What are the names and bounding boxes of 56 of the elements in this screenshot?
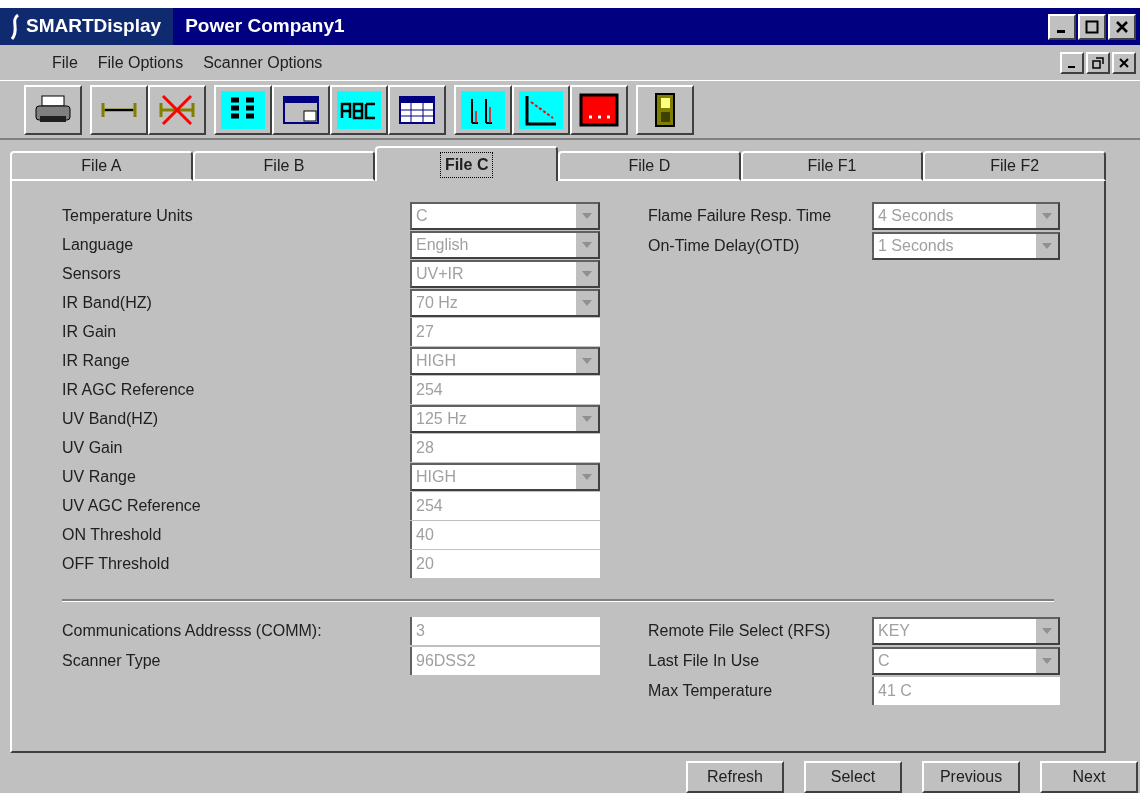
footer-button[interactable]: Next [1040,761,1138,793]
table-icon[interactable] [272,84,330,135]
menu-item[interactable]: Scanner Options [203,50,323,75]
printer-icon[interactable] [24,84,82,135]
field-label: Scanner Type [62,651,162,672]
door-icon[interactable] [636,84,694,135]
close-icon[interactable] [1118,56,1130,69]
footer-button[interactable]: Select [804,761,902,793]
field-label: OFF Threshold [62,553,171,574]
field-label: ON Threshold [62,524,163,545]
field-label: Last File In Use [648,651,761,672]
app-name: SMARTDisplay [26,14,162,39]
field-label: IR Band(HZ) [62,292,153,313]
field-label: UV Band(HZ) [62,408,160,429]
field-label: Max Temperature [648,681,774,702]
field-label: Temperature Units [62,205,194,226]
restore-button[interactable] [1086,51,1110,74]
maximize-button[interactable] [1078,13,1106,40]
field-label: UV Gain [62,437,124,458]
tab[interactable]: File D [558,151,741,182]
field-label: On-Time Delay(OTD) [648,236,801,257]
field-label: Sensors [62,263,122,284]
restore-icon[interactable] [1092,56,1104,69]
tab[interactable]: File C [375,146,558,182]
field-label: UV Range [62,466,137,487]
tab[interactable]: File F2 [923,151,1107,182]
footer-button[interactable]: Refresh [686,761,784,793]
minimize-button[interactable] [1048,13,1076,40]
footer-button[interactable]: Previous [922,761,1020,793]
close-button[interactable] [1108,13,1136,40]
app-logo-icon [8,12,22,41]
field-label: Communications Addresss (COMM): [62,621,323,642]
ruler-crossed-icon[interactable] [148,84,206,135]
field-label: Language [62,234,135,255]
tab[interactable]: File F1 [740,151,924,182]
field-label: IR Gain [62,321,118,342]
list-icon[interactable] [214,84,272,135]
minimize-button[interactable] [1060,51,1084,74]
maximize-icon[interactable] [1085,19,1099,34]
field-label: IR AGC Reference [62,379,196,400]
tab[interactable]: File B [192,151,376,182]
window-title: Power Company1 [185,14,346,39]
bar-chart-icon[interactable] [454,84,512,135]
field-label: Remote File Select (RFS) [648,621,832,642]
menu-item[interactable]: File Options [97,50,184,75]
menu-item[interactable]: File [52,50,78,75]
field-label: IR Range [62,350,131,371]
field-label: UV AGC Reference [62,495,202,516]
ruler-icon[interactable] [90,84,148,135]
field-label: Flame Failure Resp. Time [648,206,833,227]
grid-icon[interactable] [388,84,446,135]
line-chart-icon[interactable] [512,84,570,135]
close-icon[interactable] [1115,19,1129,34]
close-button[interactable] [1112,51,1136,74]
text-icon[interactable] [330,84,388,135]
tab[interactable]: File A [10,151,193,182]
